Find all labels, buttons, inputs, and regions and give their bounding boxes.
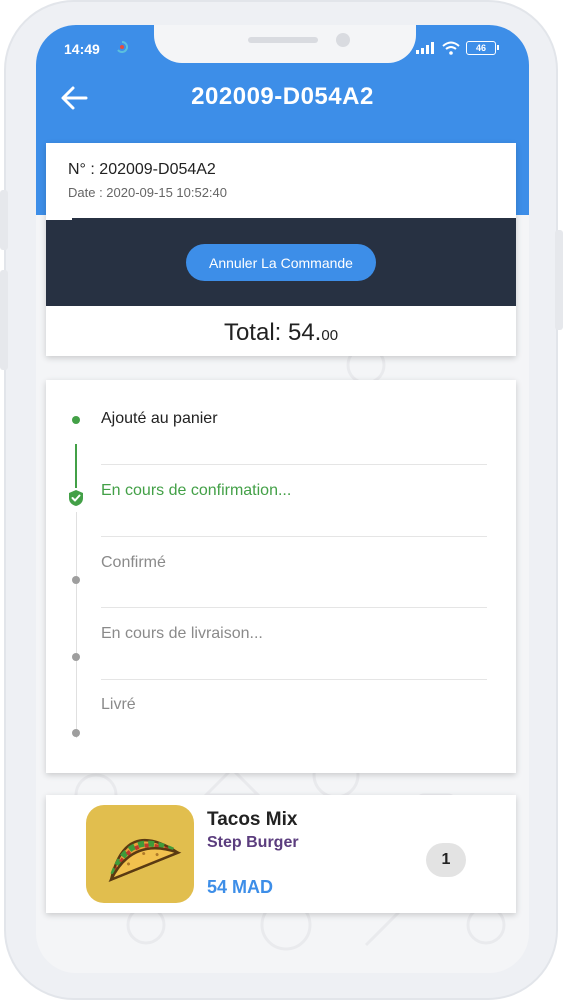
phone-side-button bbox=[0, 190, 8, 250]
step-done-dot bbox=[72, 416, 80, 424]
divider bbox=[101, 679, 487, 680]
divider bbox=[101, 464, 487, 465]
phone-mockup: 14:49 46 202009-D054A2 N°: 202009-D054A… bbox=[0, 0, 563, 1000]
timeline-line-pending bbox=[76, 512, 77, 738]
shield-check-icon bbox=[69, 490, 83, 506]
step-pending-dot bbox=[72, 653, 80, 661]
product-name: Tacos Mix bbox=[207, 809, 298, 830]
page-title: 202009-D054A2 bbox=[191, 83, 374, 110]
timeline-step: Livré bbox=[101, 696, 136, 713]
order-total: Total: 54.00 bbox=[46, 319, 516, 347]
order-summary-card: N° : 202009-D054A2 Date : 2020-09-15 10:… bbox=[46, 143, 516, 356]
total-decimals: 00 bbox=[321, 327, 339, 344]
order-actions-band: Annuler La Commande bbox=[46, 218, 516, 306]
timeline-step: Confirmé bbox=[101, 554, 166, 571]
timeline-step: En cours de livraison... bbox=[101, 625, 263, 642]
phone-side-button bbox=[555, 230, 563, 330]
app-screen: 14:49 46 202009-D054A2 N°: 202009-D054A… bbox=[36, 25, 529, 973]
cancel-order-button[interactable]: Annuler La Commande bbox=[186, 244, 376, 281]
battery-level: 46 bbox=[475, 43, 486, 53]
step-pending-dot bbox=[72, 576, 80, 584]
product-price: 54 MAD bbox=[207, 877, 274, 897]
status-icons: 46 bbox=[416, 41, 499, 55]
order-number: N° : 202009-D054A2 bbox=[68, 161, 216, 178]
signal-icon bbox=[416, 42, 434, 54]
timeline-line-done bbox=[75, 444, 77, 488]
notification-icon bbox=[117, 41, 128, 53]
order-date: Date : 2020-09-15 10:52:40 bbox=[68, 185, 228, 200]
product-image bbox=[86, 805, 194, 903]
divider bbox=[46, 218, 72, 220]
order-status-timeline: Ajouté au panier En cours de confirmatio… bbox=[46, 380, 516, 773]
taco-icon bbox=[108, 838, 182, 883]
phone-notch bbox=[154, 25, 416, 63]
speaker-grille bbox=[248, 37, 318, 43]
status-time: 14:49 bbox=[64, 41, 100, 57]
step-pending-dot bbox=[72, 729, 80, 737]
store-name: Step Burger bbox=[207, 834, 299, 851]
timeline-step: Ajouté au panier bbox=[101, 410, 218, 427]
battery-icon: 46 bbox=[466, 41, 499, 55]
divider bbox=[101, 607, 487, 608]
order-item-card[interactable]: Tacos Mix Step Burger 54 MAD 1 bbox=[46, 795, 516, 913]
timeline-step: En cours de confirmation... bbox=[101, 482, 292, 499]
total-amount: Total: 54. bbox=[223, 319, 322, 346]
front-camera bbox=[336, 33, 350, 47]
phone-side-button bbox=[0, 270, 8, 370]
divider bbox=[101, 536, 487, 537]
wifi-icon bbox=[442, 41, 460, 55]
quantity-badge: 1 bbox=[426, 843, 466, 877]
